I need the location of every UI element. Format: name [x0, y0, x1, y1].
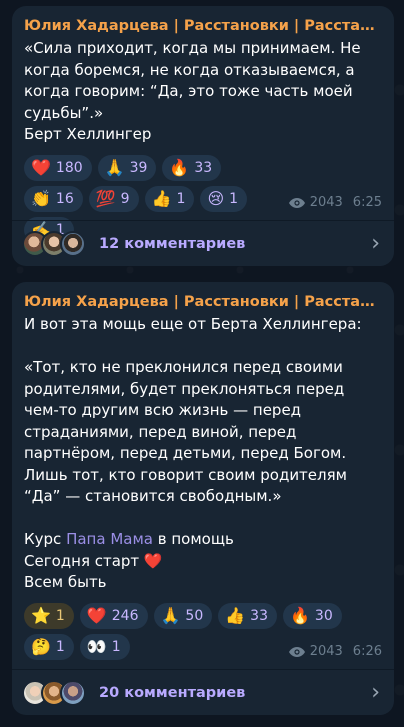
comments-count: 12 комментариев [99, 235, 246, 252]
heart-icon: ❤️ [86, 605, 107, 625]
commenter-avatars [22, 230, 86, 257]
post-time: 6:26 [352, 644, 382, 659]
reaction-count: 1 [55, 638, 65, 655]
post-time: 6:25 [352, 195, 382, 210]
reaction-thumbs-up[interactable]: 👍 1 [144, 185, 195, 212]
reaction-count: 16 [55, 190, 74, 207]
comments-button[interactable]: 12 комментариев › [12, 220, 394, 266]
hundred-icon: 💯 [95, 188, 116, 208]
channel-post[interactable]: Юлия Хадарцева | Расстановки | Расстанов… [12, 6, 394, 266]
post-text-after-link: в помощь [152, 530, 234, 548]
reaction-thumbs-up[interactable]: 👍 33 [218, 602, 277, 629]
reaction-hundred[interactable]: 💯 9 [88, 185, 139, 212]
views-count: 2043 [309, 644, 343, 659]
post-text-main: И вот эта мощь еще от Берта Хеллингера: … [24, 315, 362, 548]
course-link[interactable]: Папа Мама [66, 530, 153, 548]
reaction-thinking[interactable]: 🤔 1 [24, 633, 74, 660]
reaction-fire[interactable]: 🔥 30 [283, 602, 342, 629]
reaction-count: 9 [120, 190, 130, 207]
avatar [60, 230, 86, 257]
reaction-count: 1 [176, 190, 186, 207]
eye-icon [288, 197, 305, 208]
pray-icon: 🙏 [104, 157, 125, 177]
thumbs-up-icon: 👍 [151, 188, 172, 208]
reaction-count: 1 [111, 638, 121, 655]
reaction-star[interactable]: ⭐ 1 [24, 602, 74, 629]
crying-face-icon: 😢 [207, 188, 225, 208]
fire-icon: 🔥 [169, 157, 190, 177]
comments-button[interactable]: 20 комментариев › [12, 669, 394, 715]
reaction-count: 246 [111, 607, 139, 624]
views-count: 2043 [309, 195, 343, 210]
reaction-crying[interactable]: 😢 1 [200, 185, 248, 212]
reaction-fire[interactable]: 🔥 33 [162, 154, 222, 181]
post-author[interactable]: Юлия Хадарцева | Расстановки | Расстанов… [24, 292, 382, 312]
reaction-heart[interactable]: ❤️ 246 [79, 602, 148, 629]
chevron-right-icon: › [371, 231, 380, 256]
eyes-icon: 👀 [86, 636, 107, 656]
reaction-clap[interactable]: 👏 16 [24, 185, 83, 212]
commenter-avatars [22, 679, 86, 706]
clap-icon: 👏 [31, 188, 51, 208]
thumbs-up-icon: 👍 [225, 605, 246, 625]
post-text-line: Всем быть [24, 573, 107, 591]
eye-icon [288, 646, 305, 657]
reaction-count: 1 [229, 190, 239, 207]
reaction-count: 1 [55, 607, 65, 624]
post-meta: 2043 6:26 [288, 644, 382, 659]
reaction-count: 50 [185, 607, 204, 624]
chevron-right-icon: › [371, 680, 380, 705]
reaction-pray[interactable]: 🙏 50 [153, 602, 213, 629]
fire-icon: 🔥 [290, 605, 310, 625]
post-text-line: Сегодня старт ❤️ [24, 551, 163, 570]
post-author[interactable]: Юлия Хадарцева | Расстановки | Расстанов… [24, 16, 382, 36]
reaction-count: 33 [194, 159, 213, 176]
post-text: «Сила приходит, когда мы принимаем. Не к… [24, 39, 361, 143]
comments-count: 20 комментариев [99, 684, 246, 701]
post-meta: 2043 6:25 [288, 195, 382, 210]
reaction-count: 39 [129, 159, 148, 176]
pray-icon: 🙏 [160, 605, 181, 625]
reaction-pray[interactable]: 🙏 39 [97, 154, 157, 181]
reaction-count: 30 [314, 607, 333, 624]
reaction-count: 180 [55, 159, 83, 176]
heart-icon: ❤️ [31, 157, 51, 177]
star-icon: ⭐ [31, 605, 51, 625]
reaction-eyes[interactable]: 👀 1 [79, 633, 130, 660]
avatar [60, 679, 86, 706]
thinking-face-icon: 🤔 [31, 636, 51, 656]
reaction-heart[interactable]: ❤️ 180 [24, 154, 92, 181]
channel-post[interactable]: Юлия Хадарцева | Расстановки | Расстанов… [12, 282, 394, 715]
reaction-count: 33 [250, 607, 268, 624]
post-text: И вот эта мощь еще от Берта Хеллингера: … [24, 314, 382, 551]
